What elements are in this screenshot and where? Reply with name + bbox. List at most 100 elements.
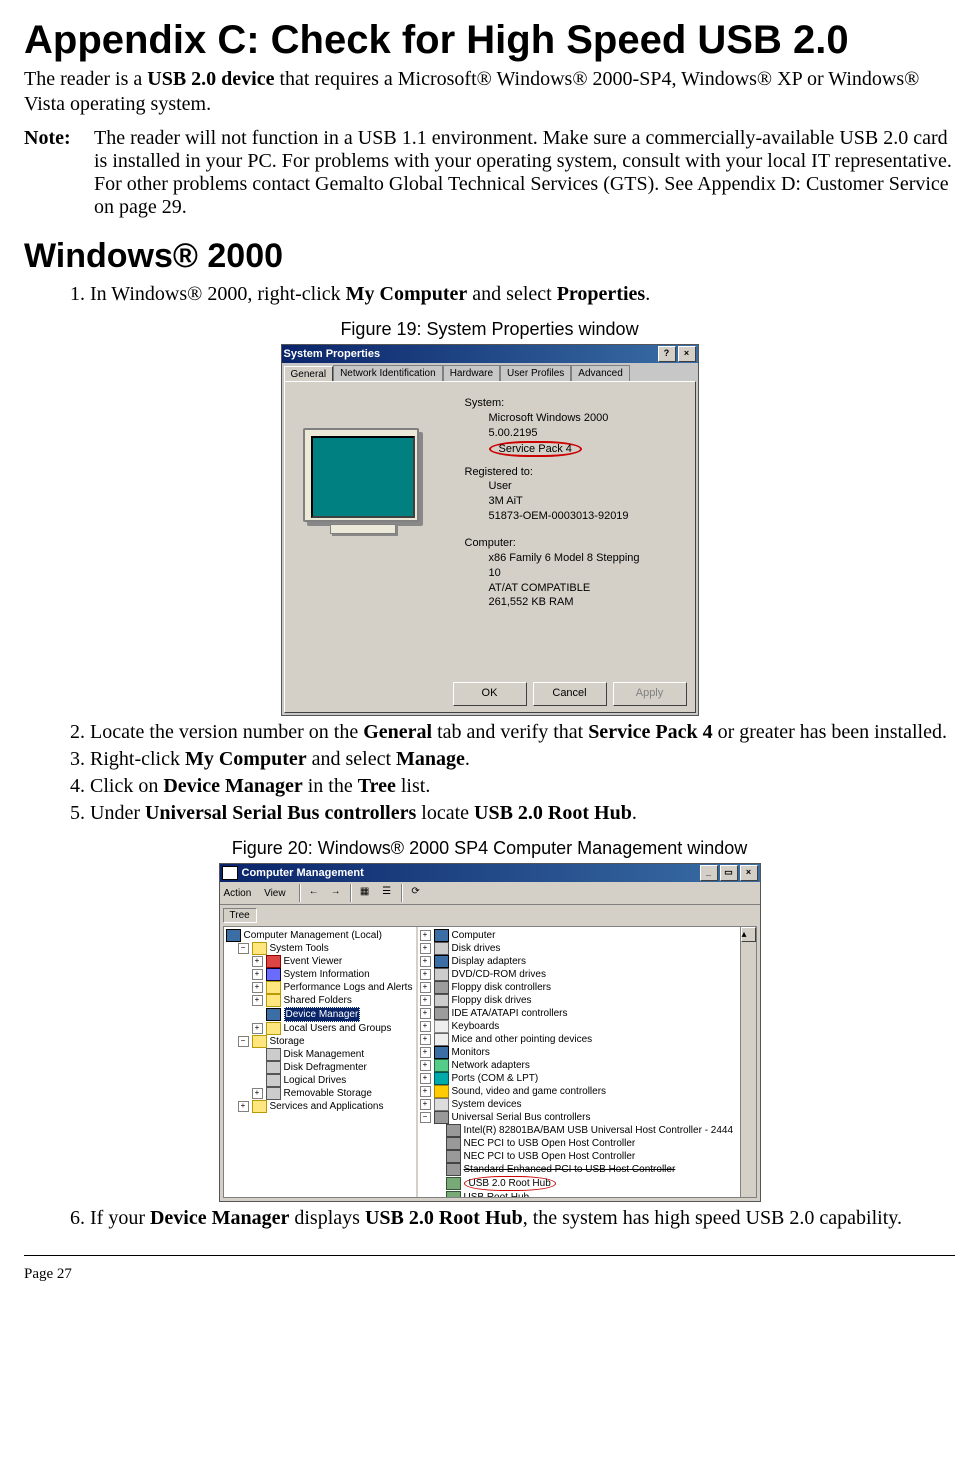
toolbar-icon[interactable]: ▦ xyxy=(355,883,375,903)
nav-forward-icon[interactable]: → xyxy=(326,883,346,903)
step-4: Click on Device Manager in the Tree list… xyxy=(90,774,955,799)
device-category[interactable]: + Keyboards xyxy=(420,1020,754,1033)
tab-user-profiles[interactable]: User Profiles xyxy=(500,365,571,381)
expand-icon[interactable]: + xyxy=(420,1086,431,1097)
minimize-button[interactable]: _ xyxy=(700,865,718,881)
text-bold: Device Manager xyxy=(150,1207,289,1229)
tree-item[interactable]: +Local Users and Groups xyxy=(226,1022,414,1035)
tab-advanced[interactable]: Advanced xyxy=(571,365,629,381)
node-label: Performance Logs and Alerts xyxy=(284,981,413,994)
scroll-up-icon[interactable]: ▴ xyxy=(741,927,756,942)
help-button[interactable]: ? xyxy=(658,346,676,362)
device-category[interactable]: + Sound, video and game controllers xyxy=(420,1085,754,1098)
nav-back-icon[interactable]: ← xyxy=(304,883,324,903)
tree-services[interactable]: +Services and Applications xyxy=(226,1100,414,1113)
tree-item[interactable]: +Removable Storage xyxy=(226,1087,414,1100)
device-category[interactable]: +Floppy disk controllers xyxy=(420,981,754,994)
tab-hardware[interactable]: Hardware xyxy=(443,365,500,381)
window-title: System Properties xyxy=(284,348,381,360)
toolbar-icon[interactable]: ⟳ xyxy=(406,883,426,903)
tree-label: Tree xyxy=(223,908,257,923)
expand-icon[interactable]: + xyxy=(420,943,431,954)
tree-item[interactable]: Logical Drives xyxy=(226,1074,414,1087)
tab-network-identification[interactable]: Network Identification xyxy=(333,365,443,381)
menu-bar: Action View ← → ▦ ☰ ⟳ xyxy=(220,882,760,905)
computer-line: x86 Family 6 Model 8 Stepping xyxy=(465,551,640,566)
apply-button[interactable]: Apply xyxy=(613,682,687,706)
expand-icon[interactable]: + xyxy=(420,1034,431,1045)
expand-icon[interactable]: + xyxy=(420,995,431,1006)
tab-general[interactable]: General xyxy=(284,366,334,382)
scrollbar[interactable]: ▴ xyxy=(740,927,756,1197)
registered-line: 3M AiT xyxy=(465,494,640,509)
expand-icon[interactable]: + xyxy=(252,969,263,980)
usb-device[interactable]: Intel(R) 82801BA/BAM USB Universal Host … xyxy=(420,1124,754,1137)
tree-item[interactable]: Disk Defragmenter xyxy=(226,1061,414,1074)
device-category[interactable]: +DVD/CD-ROM drives xyxy=(420,968,754,981)
usb-device[interactable]: USB Root Hub xyxy=(420,1191,754,1197)
expand-icon[interactable]: + xyxy=(252,1023,263,1034)
tree-item[interactable]: + Performance Logs and Alerts xyxy=(226,981,414,994)
collapse-icon[interactable]: − xyxy=(238,943,249,954)
monitor-icon xyxy=(434,1046,449,1059)
expand-icon[interactable]: + xyxy=(420,956,431,967)
tree-item[interactable]: +Event Viewer xyxy=(226,955,414,968)
collapse-icon[interactable]: − xyxy=(420,1112,431,1123)
tree-item[interactable]: Disk Management xyxy=(226,1048,414,1061)
expand-icon[interactable]: + xyxy=(420,1099,431,1110)
usb-device[interactable]: Standard Enhanced PCI to USB Host Contro… xyxy=(420,1163,754,1176)
toolbar-icon[interactable]: ☰ xyxy=(377,883,397,903)
usb-device[interactable]: NEC PCI to USB Open Host Controller xyxy=(420,1137,754,1150)
expand-icon[interactable]: + xyxy=(420,1021,431,1032)
titlebar: Computer Management _ ▭ × xyxy=(220,864,760,882)
device-category-usb[interactable]: −Universal Serial Bus controllers xyxy=(420,1111,754,1124)
usb-device[interactable]: NEC PCI to USB Open Host Controller xyxy=(420,1150,754,1163)
node-label: IDE ATA/ATAPI controllers xyxy=(452,1007,568,1020)
device-category[interactable]: +System devices xyxy=(420,1098,754,1111)
expand-icon[interactable]: + xyxy=(252,1088,263,1099)
tree-system-tools[interactable]: −System Tools xyxy=(226,942,414,955)
expand-icon[interactable]: + xyxy=(238,1101,249,1112)
device-category[interactable]: +Network adapters xyxy=(420,1059,754,1072)
usb-2-root-hub[interactable]: USB 2.0 Root Hub xyxy=(420,1176,754,1191)
expand-icon[interactable]: + xyxy=(420,1073,431,1084)
node-label: Sound, video and game controllers xyxy=(452,1085,607,1098)
menu-view[interactable]: View xyxy=(264,888,286,899)
device-category[interactable]: +Mice and other pointing devices xyxy=(420,1033,754,1046)
device-category[interactable]: +Monitors xyxy=(420,1046,754,1059)
collapse-icon[interactable]: − xyxy=(238,1036,249,1047)
node-label: NEC PCI to USB Open Host Controller xyxy=(464,1150,636,1163)
expand-icon[interactable]: + xyxy=(252,982,263,993)
maximize-button[interactable]: ▭ xyxy=(720,865,738,881)
tree-root[interactable]: Computer Management (Local) xyxy=(226,929,414,942)
expand-icon[interactable]: + xyxy=(252,956,263,967)
tree-item[interactable]: +Shared Folders xyxy=(226,994,414,1007)
expand-icon[interactable]: + xyxy=(420,982,431,993)
device-category[interactable]: +Floppy disk drives xyxy=(420,994,754,1007)
text: locate xyxy=(416,802,474,824)
text: The reader is a xyxy=(24,68,147,90)
tree-storage[interactable]: −Storage xyxy=(226,1035,414,1048)
node-label: Keyboards xyxy=(452,1020,500,1033)
menu-action[interactable]: Action xyxy=(224,888,252,899)
device-category[interactable]: +Ports (COM & LPT) xyxy=(420,1072,754,1085)
device-category[interactable]: +Disk drives xyxy=(420,942,754,955)
expand-icon[interactable]: + xyxy=(420,1060,431,1071)
tree-device-manager[interactable]: Device Manager xyxy=(226,1007,414,1022)
expand-icon[interactable]: + xyxy=(252,995,263,1006)
expand-icon[interactable]: + xyxy=(420,1047,431,1058)
close-button[interactable]: × xyxy=(678,346,696,362)
device-category[interactable]: + IDE ATA/ATAPI controllers xyxy=(420,1007,754,1020)
expand-icon[interactable]: + xyxy=(420,930,431,941)
cancel-button[interactable]: Cancel xyxy=(533,682,607,706)
device-category[interactable]: +Computer xyxy=(420,929,754,942)
expand-icon[interactable]: + xyxy=(420,969,431,980)
tree-item[interactable]: +System Information xyxy=(226,968,414,981)
port-icon xyxy=(434,1072,449,1085)
close-button[interactable]: × xyxy=(740,865,758,881)
network-icon xyxy=(434,1059,449,1072)
expand-icon[interactable]: + xyxy=(420,1008,431,1019)
ok-button[interactable]: OK xyxy=(453,682,527,706)
device-category[interactable]: +Display adapters xyxy=(420,955,754,968)
keyboard-icon xyxy=(434,1020,449,1033)
